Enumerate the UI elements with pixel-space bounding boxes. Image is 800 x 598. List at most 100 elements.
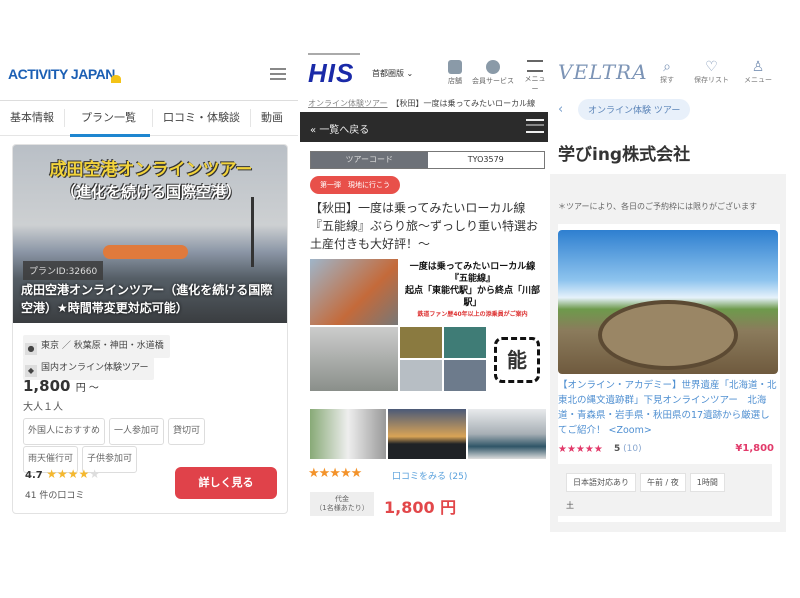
logo-text: ACTIVITY JAPAN [8, 66, 115, 82]
chevron-down-icon: ⌄ [406, 69, 414, 78]
tour-tag: 1時間 [689, 473, 725, 492]
price: 1,800 円 〜 [23, 377, 99, 395]
star-rating-icon: ★★★★★ [308, 466, 362, 481]
rating: 4.7 ★★★★★ [25, 467, 100, 481]
tour-main-image[interactable]: 一度は乗ってみたいローカル線 『五能線』 起点「東能代駅」から終点「川部駅」 鉄… [310, 259, 545, 391]
tour-image[interactable] [558, 230, 778, 374]
company-name: 学びing株式会社 [558, 145, 691, 165]
his-logo[interactable]: HIS [308, 58, 354, 89]
member-label: 会員サービス [472, 77, 514, 85]
store-label: 店舗 [448, 77, 462, 85]
menu-icon[interactable] [526, 119, 544, 133]
rating-value: 5 [614, 444, 621, 454]
gallery-thumbnail[interactable] [468, 409, 546, 459]
tour-card[interactable]: 【オンライン・アカデミー】世界遺産「北海道・北東北の縄文遺跡群」下見オンラインツ… [558, 224, 780, 522]
train-photo [310, 259, 398, 325]
caption-line: 鉄道ファン歴40年以上の添乗員がご案内 [417, 311, 528, 318]
airplane-graphic [103, 245, 188, 259]
search-label: 探す [660, 76, 674, 84]
breadcrumb-current: 【秋田】一度は乗ってみたいローカル線 [395, 99, 536, 108]
train-photo [400, 327, 442, 358]
caption-line: 起点「東能代駅」から終点「川部駅」 [404, 286, 540, 308]
back-bar: « 一覧へ戻る [300, 112, 548, 142]
menu-button[interactable]: メニュー [522, 60, 548, 94]
gallery-thumbnail[interactable] [310, 409, 386, 459]
user-icon: ♙ [751, 59, 765, 75]
details-button[interactable]: 詳しく見る [175, 467, 277, 499]
tab-basic-info[interactable]: 基本情報 [0, 109, 65, 127]
tour-code-label: ツアーコード [311, 152, 428, 168]
tour-title: 【秋田】一度は乗ってみたいローカル線『五能線』ぶらり旅〜ずっしり重い特選お土産付… [310, 201, 539, 251]
saved-list-button[interactable]: ♡ 保存リスト [694, 60, 729, 85]
store-icon [448, 60, 462, 74]
review-count[interactable]: 41 件の口コミ [25, 488, 84, 501]
train-photo [444, 360, 486, 391]
search-icon: ⌕ [663, 59, 671, 75]
category-pill[interactable]: オンライン体験 ツアー [578, 99, 691, 120]
activity-japan-logo[interactable]: ACTIVITY JAPAN [8, 66, 121, 83]
image-subtitle: （進化を続ける国際空港） [60, 183, 241, 201]
train-photo [400, 360, 442, 391]
tour-tag: 日本語対応あり [566, 473, 636, 492]
tour-tag: 午前 / 夜 [640, 473, 686, 492]
member-button[interactable]: 会員サービス [472, 60, 514, 86]
menu-label: メニュー [744, 76, 772, 84]
heart-icon: ♡ [705, 59, 718, 75]
train-photo [310, 327, 398, 391]
saved-list-label: 保存リスト [694, 76, 729, 84]
tag-icon: ◆ [25, 365, 37, 377]
menu-label: メニュー [524, 75, 546, 93]
plan-card[interactable]: 成田空港オンラインツアー （進化を続ける国際空港） プランID:32660 成田… [12, 144, 288, 514]
caption-line: 『五能線』 [449, 274, 495, 284]
activity-japan-screen: ACTIVITY JAPAN 基本情報 プラン一覧 口コミ・体験談 動画 成田空… [0, 52, 298, 522]
tower-graphic [251, 197, 254, 267]
plan-image[interactable]: 成田空港オンラインツアー （進化を続ける国際空港） プランID:32660 成田… [13, 145, 287, 323]
tab-bar: 基本情報 プラン一覧 口コミ・体験談 動画 [0, 100, 298, 136]
price-unit: 円 〜 [75, 383, 99, 394]
price-label-sub: （1名様あたり） [315, 504, 369, 512]
price-label: 代金 （1名様あたり） [310, 492, 374, 516]
feature-tag: 一人参加可 [109, 418, 165, 445]
tab-plan-list[interactable]: プラン一覧 [65, 109, 153, 127]
review-count[interactable]: (10) [623, 444, 641, 454]
veltra-logo[interactable]: VELTRA [558, 60, 648, 84]
plan-id-badge: プランID:32660 [23, 261, 104, 280]
search-button[interactable]: ⌕ 探す [660, 60, 674, 85]
star-rating-icon: ★★★★★ [558, 444, 603, 455]
category-text: 国内オンライン体験ツアー [41, 363, 149, 373]
price: ¥1,800 [735, 443, 774, 454]
train-photo [444, 327, 486, 358]
tour-title[interactable]: 【オンライン・アカデミー】世界遺産「北海道・北東北の縄文遺跡群」下見オンラインツ… [558, 378, 778, 438]
user-icon [486, 60, 500, 74]
booking-note: ＊ツアーにより、各日のご予約枠には限りがございます [558, 202, 758, 211]
sun-icon [110, 75, 121, 83]
reviews-link[interactable]: 口コミをみる (25) [392, 469, 467, 482]
caption-line: 一度は乗ってみたいローカル線 [409, 262, 536, 272]
tour-code: ツアーコード TYO3579 [310, 151, 545, 169]
feature-tags: 外国人におすすめ 一人参加可 貸切可 雨天催行可 子供参加可 [23, 417, 283, 473]
gallery-thumbnail[interactable] [388, 409, 466, 459]
veltra-screen: VELTRA ⌕ 探す ♡ 保存リスト ♙ メニュー ‹ オンライン体験 ツアー 学び… [550, 52, 800, 532]
star-rating-icon: ★★★★★ [46, 467, 100, 481]
breadcrumb-link[interactable]: オンライン体験ツアー [308, 99, 388, 108]
back-chevron-icon[interactable]: ‹ [558, 102, 563, 117]
tab-video[interactable]: 動画 [251, 109, 293, 127]
price-value: 1,800 円 [384, 498, 457, 517]
rating-value: 4.7 [25, 470, 43, 481]
region-select[interactable]: 首都圏版 ⌄ [372, 68, 413, 79]
active-tab-indicator [70, 134, 150, 137]
excavation-site-graphic [598, 300, 738, 370]
tour-day: 土 [566, 501, 574, 510]
tab-reviews[interactable]: 口コミ・体験談 [153, 109, 251, 127]
location-text: 東京 ／ 秋葉原・神田・水道橋 [41, 341, 164, 351]
feature-tag: 貸切可 [168, 418, 206, 445]
store-button[interactable]: 店舗 [448, 60, 462, 86]
menu-button[interactable]: ♙ メニュー [744, 60, 772, 85]
tour-tags: 日本語対応あり 午前 / 夜 1時間 土 [558, 464, 772, 516]
back-link[interactable]: 一覧へ戻る [319, 125, 369, 136]
his-screen: HIS 首都圏版 ⌄ 店舗 会員サービス メニュー オンライン体験ツアー 【秋田… [300, 52, 548, 522]
menu-icon[interactable] [270, 68, 286, 80]
plan-title[interactable]: 成田空港オンラインツアー（進化を続ける国際空港）★時間帯変更対応可能） [21, 281, 283, 317]
price-note: 大人１人 [23, 402, 63, 413]
tour-code-value: TYO3579 [467, 155, 504, 164]
